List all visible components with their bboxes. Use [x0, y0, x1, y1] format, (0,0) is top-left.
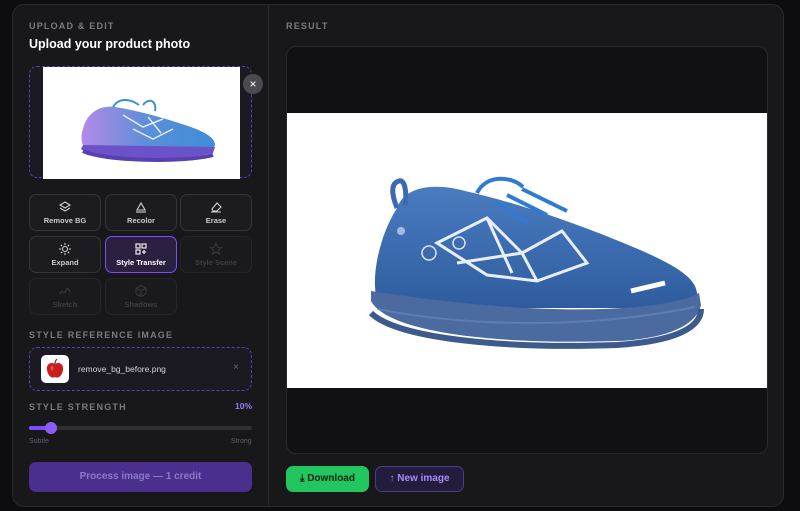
tool-style-scene: Style Scene [180, 236, 252, 273]
new-image-button[interactable]: ↑ New image [375, 466, 464, 492]
tool-label: Shadows [124, 300, 158, 309]
tool-label: Recolor [127, 216, 155, 225]
star-icon [209, 242, 223, 256]
result-image [287, 113, 767, 388]
arrow-up-icon: ↑ [389, 473, 395, 484]
tool-label: Remove BG [43, 216, 87, 225]
remove-upload-button[interactable]: × [243, 74, 263, 94]
tool-shadows: Shadows [105, 278, 177, 315]
sketch-icon [59, 287, 71, 295]
style-reference-thumbnail [41, 355, 69, 383]
eraser-icon [211, 202, 222, 213]
download-label: Download [307, 473, 355, 484]
result-panel: RESULT ⤓ Download ↑ New image [270, 5, 783, 506]
section-label-result: RESULT [286, 21, 329, 31]
tool-label: Erase [205, 216, 227, 225]
app-window: UPLOAD & EDIT Upload your product photo [12, 4, 784, 507]
slider-max-label: Strong [231, 438, 252, 445]
style-reference-dropzone[interactable]: remove_bg_before.png × [29, 347, 252, 391]
section-label-style-reference: STYLE REFERENCE IMAGE [29, 330, 174, 340]
panel-title: Upload your product photo [29, 37, 191, 51]
expand-icon [59, 243, 71, 255]
cube-icon [135, 284, 147, 298]
download-icon: ⤓ [300, 473, 305, 484]
palette-icon [136, 201, 146, 213]
section-label-upload-edit: UPLOAD & EDIT [29, 21, 115, 31]
tool-style-transfer[interactable]: Style Transfer [105, 236, 177, 273]
tool-label: Style Scene [194, 258, 238, 267]
remove-reference-button[interactable]: × [233, 362, 239, 373]
uploaded-product-image [43, 67, 240, 179]
tool-erase[interactable]: Erase [180, 194, 252, 231]
tool-sketch: Sketch [29, 278, 101, 315]
tool-label: Style Transfer [116, 258, 166, 267]
new-image-label: New image [397, 473, 450, 484]
upload-dropzone[interactable]: × [29, 66, 263, 179]
upload-edit-panel: UPLOAD & EDIT Upload your product photo [13, 5, 269, 506]
layers-icon [58, 201, 72, 212]
tool-recolor[interactable]: Recolor [105, 194, 177, 231]
result-preview [286, 46, 768, 454]
style-transfer-icon [135, 243, 147, 255]
tool-label: Expand [51, 258, 79, 267]
slider-min-label: Subtle [29, 438, 49, 445]
tool-expand[interactable]: Expand [29, 236, 101, 273]
download-button[interactable]: ⤓ Download [286, 466, 369, 492]
tool-remove-bg[interactable]: Remove BG [29, 194, 101, 231]
style-reference-filename: remove_bg_before.png [78, 364, 166, 374]
tool-label: Sketch [52, 300, 78, 309]
section-label-style-strength: STYLE STRENGTH [29, 402, 127, 412]
slider-thumb[interactable] [45, 422, 58, 434]
style-strength-slider[interactable] [29, 422, 252, 434]
style-strength-value: 10% [235, 401, 253, 411]
process-image-button[interactable]: Process image — 1 credit [29, 462, 252, 492]
